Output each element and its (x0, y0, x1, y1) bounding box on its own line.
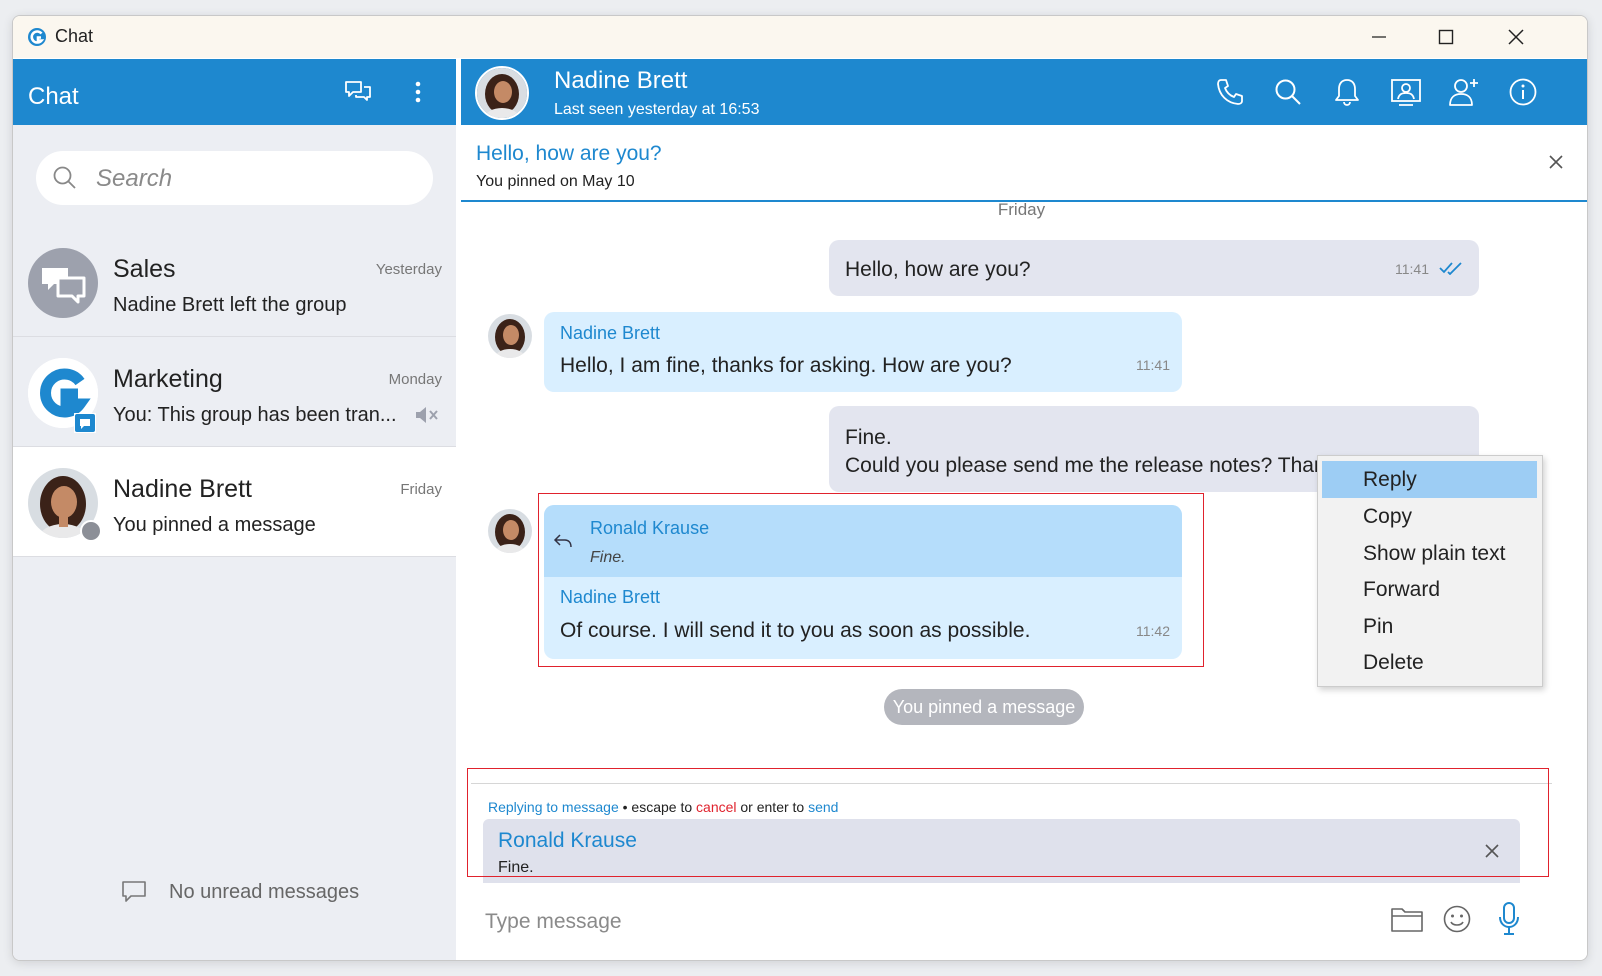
presence-indicator (80, 520, 102, 542)
pinned-message-note: You pinned on May 10 (476, 173, 635, 190)
sender-avatar[interactable] (488, 509, 532, 553)
chat-window: Chat Chat Search Sales Nadine Brett left… (12, 15, 1588, 961)
chat-info-button[interactable] (1506, 75, 1540, 109)
conversation-preview: Nadine Brett left the group (113, 294, 347, 316)
message-time: 11:41 (1136, 357, 1170, 373)
notifications-button[interactable] (1330, 75, 1364, 109)
message-text: Hello, how are you? (845, 258, 1031, 281)
menu-item-show-plain-text[interactable]: Show plain text (1322, 535, 1537, 572)
folder-icon (1391, 908, 1423, 932)
contact-photo (477, 68, 527, 118)
conversation-marketing[interactable]: Marketing You: This group has been tran.… (13, 337, 456, 447)
attach-file-button[interactable] (1387, 899, 1427, 939)
conversation-name: Sales (113, 255, 176, 283)
contact-avatar (28, 468, 102, 542)
chat-panel: Nadine Brett Last seen yesterday at 16:5… (456, 59, 1587, 960)
sender-avatar[interactable] (488, 314, 532, 358)
message-bubble-incoming[interactable]: Nadine Brett Hello, I am fine, thanks fo… (544, 312, 1182, 392)
message-context-menu: Reply Copy Show plain text Forward Pin D… (1317, 455, 1543, 687)
call-button[interactable] (1213, 75, 1247, 109)
muted-icon (416, 407, 438, 423)
unpin-button[interactable] (1541, 147, 1571, 177)
sidebar-title: Chat (28, 83, 79, 110)
window-title: Chat (55, 26, 94, 46)
message-text: Hello, I am fine, thanks for asking. How… (560, 354, 1012, 377)
message-text-line: Fine. (845, 426, 892, 449)
new-chat-button[interactable] (343, 77, 373, 107)
message-time: 11:41 (1395, 261, 1429, 277)
app-logo-icon (28, 28, 46, 46)
bell-icon (1335, 79, 1359, 106)
new-chat-icon (345, 81, 371, 101)
minimize-icon (1372, 36, 1386, 38)
no-unread-label: No unread messages (169, 880, 360, 903)
close-icon (1549, 155, 1563, 169)
search-chat-button[interactable] (1271, 75, 1305, 109)
conversation-preview: You pinned a message (113, 514, 316, 536)
menu-item-forward[interactable]: Forward (1322, 571, 1537, 608)
contact-photo (488, 314, 532, 358)
search-input[interactable] (94, 161, 418, 197)
smiley-icon (1443, 905, 1471, 933)
search-box (36, 151, 433, 205)
maximize-icon (1438, 29, 1454, 45)
sidebar: Chat Search Sales Nadine Brett left the … (13, 59, 456, 960)
screen-share-icon (1391, 79, 1421, 106)
menu-item-reply[interactable]: Reply (1322, 461, 1537, 498)
read-receipt-icon (1439, 262, 1462, 275)
pinned-message-text: Hello, how are you? (476, 142, 662, 165)
system-message: You pinned a message (884, 689, 1084, 725)
contact-photo (488, 509, 532, 553)
contact-status: Last seen yesterday at 16:53 (554, 101, 760, 118)
info-icon (1509, 78, 1537, 106)
conversation-date: Friday (400, 481, 442, 498)
contact-avatar[interactable] (475, 66, 529, 120)
conversation-date: Monday (388, 371, 442, 388)
microphone-icon (1499, 902, 1519, 935)
add-participant-button[interactable] (1447, 75, 1481, 109)
message-text-line: Could you please send me the release not… (845, 454, 1353, 477)
minimize-button[interactable] (1349, 16, 1409, 58)
menu-item-copy[interactable]: Copy (1322, 498, 1537, 535)
maximize-button[interactable] (1416, 16, 1476, 58)
close-icon (1508, 29, 1524, 45)
day-separator: Friday (997, 200, 1046, 219)
sidebar-more-button[interactable] (403, 77, 433, 107)
sidebar-header: Chat (13, 59, 456, 125)
group-chat-icon (42, 268, 86, 304)
menu-item-pin[interactable]: Pin (1322, 608, 1537, 645)
message-icon (122, 881, 146, 902)
share-screen-button[interactable] (1389, 75, 1423, 109)
add-user-icon (1449, 79, 1478, 106)
contact-name: Nadine Brett (554, 67, 688, 94)
chat-header: Nadine Brett Last seen yesterday at 16:5… (461, 59, 1587, 125)
pinned-message-bar[interactable]: Hello, how are you? You pinned on May 10 (461, 125, 1587, 202)
conversation-name: Nadine Brett (113, 475, 252, 503)
message-input[interactable] (483, 901, 1367, 943)
emoji-button[interactable] (1437, 899, 1477, 939)
message-bubble-outgoing[interactable]: Hello, how are you? 11:41 (829, 240, 1479, 296)
title-bar: Chat (13, 16, 1587, 58)
close-window-button[interactable] (1486, 16, 1546, 58)
group-avatar (28, 248, 98, 318)
search-icon (53, 166, 76, 189)
voice-message-button[interactable] (1489, 899, 1529, 939)
highlight-box (467, 768, 1549, 877)
conversation-date: Yesterday (375, 261, 442, 278)
no-unread-status: No unread messages (121, 877, 359, 907)
conversation-name: Marketing (113, 365, 223, 393)
message-sender: Nadine Brett (560, 323, 661, 343)
shared-group-badge-icon (74, 413, 96, 433)
conversation-sales[interactable]: Sales Nadine Brett left the group Yester… (13, 227, 456, 337)
search-icon (1275, 79, 1301, 105)
divider (13, 556, 456, 557)
phone-icon (1217, 79, 1243, 105)
highlight-box (538, 493, 1204, 667)
conversation-preview: You: This group has been tran... (113, 404, 397, 426)
menu-item-delete[interactable]: Delete (1322, 644, 1537, 681)
more-vertical-icon (415, 81, 421, 103)
conversation-nadine-brett[interactable]: Nadine Brett You pinned a message Friday (13, 447, 456, 557)
